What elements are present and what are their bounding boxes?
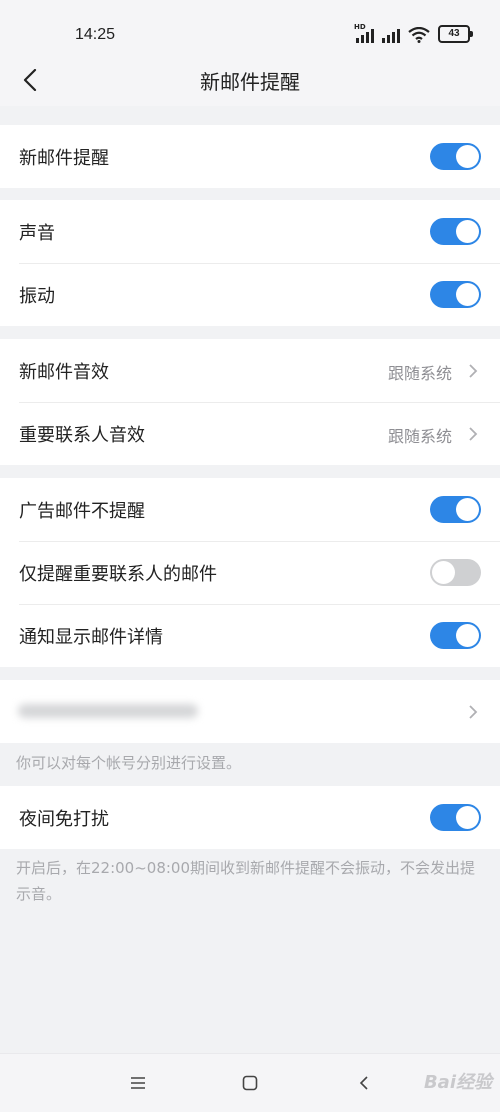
signal-icon-2 xyxy=(382,27,400,43)
row-new-mail-tone[interactable]: 新邮件音效 跟随系统 xyxy=(0,339,500,402)
row-label: 通知显示邮件详情 xyxy=(19,626,163,648)
settings-group-filters: 广告邮件不提醒 仅提醒重要联系人的邮件 通知显示邮件详情 xyxy=(0,478,500,667)
row-vibrate[interactable]: 振动 xyxy=(0,263,500,326)
header: 新邮件提醒 xyxy=(0,56,500,106)
row-label: 声音 xyxy=(19,222,55,244)
settings-group-dnd: 夜间免打扰 xyxy=(0,786,500,849)
sound-toggle[interactable] xyxy=(430,218,481,245)
menu-nav-button[interactable] xyxy=(124,1072,152,1094)
row-new-mail-alert[interactable]: 新邮件提醒 xyxy=(0,125,500,188)
account-note: 你可以对每个帐号分别进行设置。 xyxy=(16,754,242,772)
status-icons: HD 43 xyxy=(354,23,473,43)
blurred-account-email xyxy=(18,704,198,718)
row-vip-only[interactable]: 仅提醒重要联系人的邮件 xyxy=(0,541,500,604)
wifi-icon xyxy=(408,27,430,43)
row-label: 振动 xyxy=(19,285,55,307)
chevron-right-icon xyxy=(469,364,478,378)
hd-badge: HD xyxy=(354,23,366,31)
chevron-right-icon xyxy=(469,427,478,441)
night-dnd-toggle[interactable] xyxy=(430,804,481,831)
system-nav-bar: Bai经验 xyxy=(0,1053,500,1112)
row-label: 新邮件音效 xyxy=(19,361,109,383)
row-label: 仅提醒重要联系人的邮件 xyxy=(19,563,217,585)
row-label: 夜间免打扰 xyxy=(19,808,109,830)
show-details-toggle[interactable] xyxy=(430,622,481,649)
signal-icon-1: HD xyxy=(354,23,374,43)
no-ad-alert-toggle[interactable] xyxy=(430,496,481,523)
row-no-ad-alert[interactable]: 广告邮件不提醒 xyxy=(0,478,500,541)
back-nav-button[interactable] xyxy=(350,1072,378,1094)
new-mail-alert-toggle[interactable] xyxy=(430,143,481,170)
vibrate-toggle[interactable] xyxy=(430,281,481,308)
settings-group-sound: 声音 振动 xyxy=(0,200,500,326)
menu-icon xyxy=(131,1077,145,1089)
settings-group-tones: 新邮件音效 跟随系统 重要联系人音效 跟随系统 xyxy=(0,339,500,465)
row-label: 新邮件提醒 xyxy=(19,147,109,169)
battery-icon: 43 xyxy=(438,25,473,43)
status-bar: 14:25 HD 43 xyxy=(0,0,500,56)
row-sound[interactable]: 声音 xyxy=(0,200,500,263)
row-value: 跟随系统 xyxy=(387,364,452,383)
row-value: 跟随系统 xyxy=(387,427,452,446)
page-title: 新邮件提醒 xyxy=(200,70,300,94)
home-square-icon xyxy=(242,1075,258,1091)
row-label: 广告邮件不提醒 xyxy=(19,500,145,522)
chevron-right-icon xyxy=(469,705,478,719)
watermark-logo: Bai经验 xyxy=(423,1072,492,1093)
account-row[interactable] xyxy=(0,680,500,743)
row-label: 重要联系人音效 xyxy=(19,424,145,446)
settings-group-notify: 新邮件提醒 xyxy=(0,125,500,188)
home-nav-button[interactable] xyxy=(236,1072,264,1094)
vip-only-toggle[interactable] xyxy=(430,559,481,586)
dnd-note: 开启后，在22:00~08:00期间收到新邮件提醒不会振动，不会发出提示音。 xyxy=(16,859,476,903)
back-triangle-icon xyxy=(359,1076,368,1090)
row-vip-tone[interactable]: 重要联系人音效 跟随系统 xyxy=(0,402,500,465)
row-night-dnd[interactable]: 夜间免打扰 xyxy=(0,786,500,849)
row-show-details[interactable]: 通知显示邮件详情 xyxy=(0,604,500,667)
status-time: 14:25 xyxy=(75,26,116,43)
